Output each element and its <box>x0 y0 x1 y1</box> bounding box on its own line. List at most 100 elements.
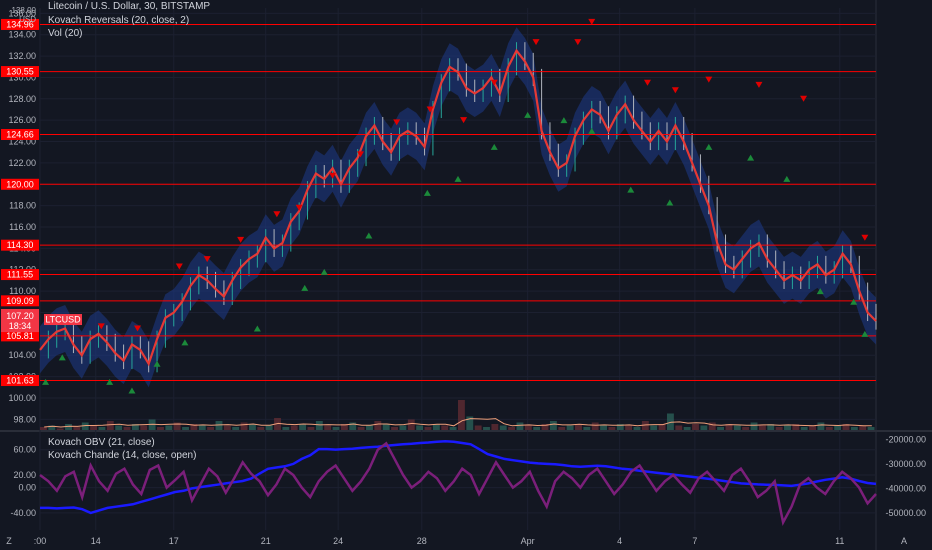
volume-bar <box>591 422 599 430</box>
volume-bar <box>600 425 607 430</box>
level-badge-label: 120.00 <box>6 179 34 189</box>
volume-bar <box>558 427 566 430</box>
volume-bar <box>784 425 791 430</box>
volume-bar <box>449 427 457 430</box>
y-tick-label: 100.00 <box>8 393 36 403</box>
volume-bar <box>800 427 808 430</box>
volume-bar <box>332 427 340 430</box>
volume-bar <box>232 427 240 430</box>
volume-bar <box>533 427 541 430</box>
y-tick-label: 122.00 <box>8 158 36 168</box>
osc-left-tick: -40.00 <box>10 508 36 518</box>
y-tick-label: 118.00 <box>9 201 36 211</box>
countdown-label: 18:34 <box>9 321 32 331</box>
volume-bar <box>499 425 507 430</box>
volume-bar <box>240 422 248 430</box>
volume-bar <box>491 424 499 430</box>
currency-label: 138.00 USD <box>2 6 36 24</box>
volume-bar <box>441 425 449 430</box>
volume-bar <box>90 425 98 430</box>
level-badge-label: 105.81 <box>6 331 34 341</box>
x-tick-label: 14 <box>91 536 101 546</box>
x-tick-label: 4 <box>617 536 622 546</box>
volume-bar <box>357 427 365 430</box>
volume-bar <box>399 425 407 430</box>
chart-title[interactable]: Litecoin / U.S. Dollar, 30, BITSTAMP <box>48 1 210 13</box>
currency-code: USD <box>19 15 36 24</box>
volume-bar <box>106 421 114 430</box>
y-tick-label: 126.00 <box>8 115 36 125</box>
volume-bar <box>549 421 557 430</box>
volume-bar <box>73 427 81 430</box>
volume-bar <box>775 427 783 430</box>
chart-canvas[interactable]: 98.00100.00102.00104.00106.00108.00110.0… <box>0 0 932 550</box>
volume-bar <box>165 425 173 430</box>
osc-left-tick: 0.00 <box>18 483 36 493</box>
indicator-legend[interactable]: Kovach Reversals (20, close, 2) <box>48 15 189 27</box>
level-badge-label: 109.09 <box>6 296 34 306</box>
volume-bar <box>717 427 725 430</box>
x-tick-label: Apr <box>521 536 535 546</box>
obv-legend[interactable]: Kovach OBV (21, close) <box>48 437 155 449</box>
volume-bar <box>299 424 307 430</box>
current-price-label: 107.20 <box>6 311 34 321</box>
volume-bar <box>583 427 591 430</box>
zoom-button[interactable]: Z <box>3 535 15 547</box>
volume-bar <box>115 425 123 430</box>
volume-bar <box>56 428 64 430</box>
volume-bar <box>98 427 106 430</box>
volume-bar <box>282 427 290 430</box>
y-tick-label: 116.00 <box>9 222 36 232</box>
volume-bar <box>516 422 524 430</box>
osc-right-tick: -20000.00 <box>885 434 926 444</box>
y-tick-label: 132.00 <box>8 51 36 61</box>
volume-bar <box>750 422 758 430</box>
volume-bar <box>566 425 574 430</box>
x-tick-label: 11 <box>835 536 844 546</box>
volume-bar <box>650 425 658 430</box>
volume-bar <box>140 425 148 430</box>
volume-bar <box>700 425 708 430</box>
auto-scale-button[interactable]: A <box>898 535 910 547</box>
x-tick-label: 17 <box>169 536 179 546</box>
volume-bar <box>692 424 699 430</box>
volume-bar <box>424 427 432 430</box>
volume-bar <box>817 422 825 430</box>
volume-bar <box>307 427 315 430</box>
volume-bar <box>508 427 516 430</box>
chande-legend[interactable]: Kovach Chande (14, close, open) <box>48 450 196 462</box>
y-tick-label: 98.00 <box>13 414 36 424</box>
currency-top-tick: 138.00 <box>11 6 36 15</box>
volume-bar <box>123 427 131 430</box>
osc-right-tick: -40000.00 <box>885 483 926 493</box>
volume-bar <box>40 427 47 430</box>
level-badge-label: 130.55 <box>6 67 34 77</box>
volume-bar <box>458 400 465 430</box>
volume-bar <box>157 427 164 430</box>
level-badge-label: 101.63 <box>6 376 34 386</box>
osc-left-tick: 60.00 <box>13 445 36 455</box>
volume-bar <box>198 425 206 430</box>
volume-bar <box>834 425 842 430</box>
y-tick-label: 110.00 <box>9 286 36 296</box>
osc-right-tick: -50000.00 <box>885 508 926 518</box>
volume-bar <box>315 421 323 430</box>
chart-root: 98.00100.00102.00104.00106.00108.00110.0… <box>0 0 932 550</box>
volume-legend[interactable]: Vol (20) <box>48 28 82 40</box>
volume-bar <box>407 419 415 430</box>
volume-bar <box>675 425 683 430</box>
volume-bar <box>825 427 833 430</box>
volume-bar <box>633 427 641 430</box>
volume-bar <box>207 427 215 430</box>
volume-bar <box>257 427 265 430</box>
y-tick-label: 134.00 <box>8 30 36 40</box>
volume-bar <box>867 427 875 430</box>
level-badge-label: 111.55 <box>7 270 33 280</box>
volume-bar <box>223 425 231 430</box>
x-tick-label: 28 <box>417 536 427 546</box>
volume-bar <box>733 425 741 430</box>
osc-left-tick: 20.00 <box>13 470 36 480</box>
volume-bar <box>290 425 298 430</box>
volume-bar <box>374 421 382 430</box>
x-tick-label: 21 <box>261 536 271 546</box>
